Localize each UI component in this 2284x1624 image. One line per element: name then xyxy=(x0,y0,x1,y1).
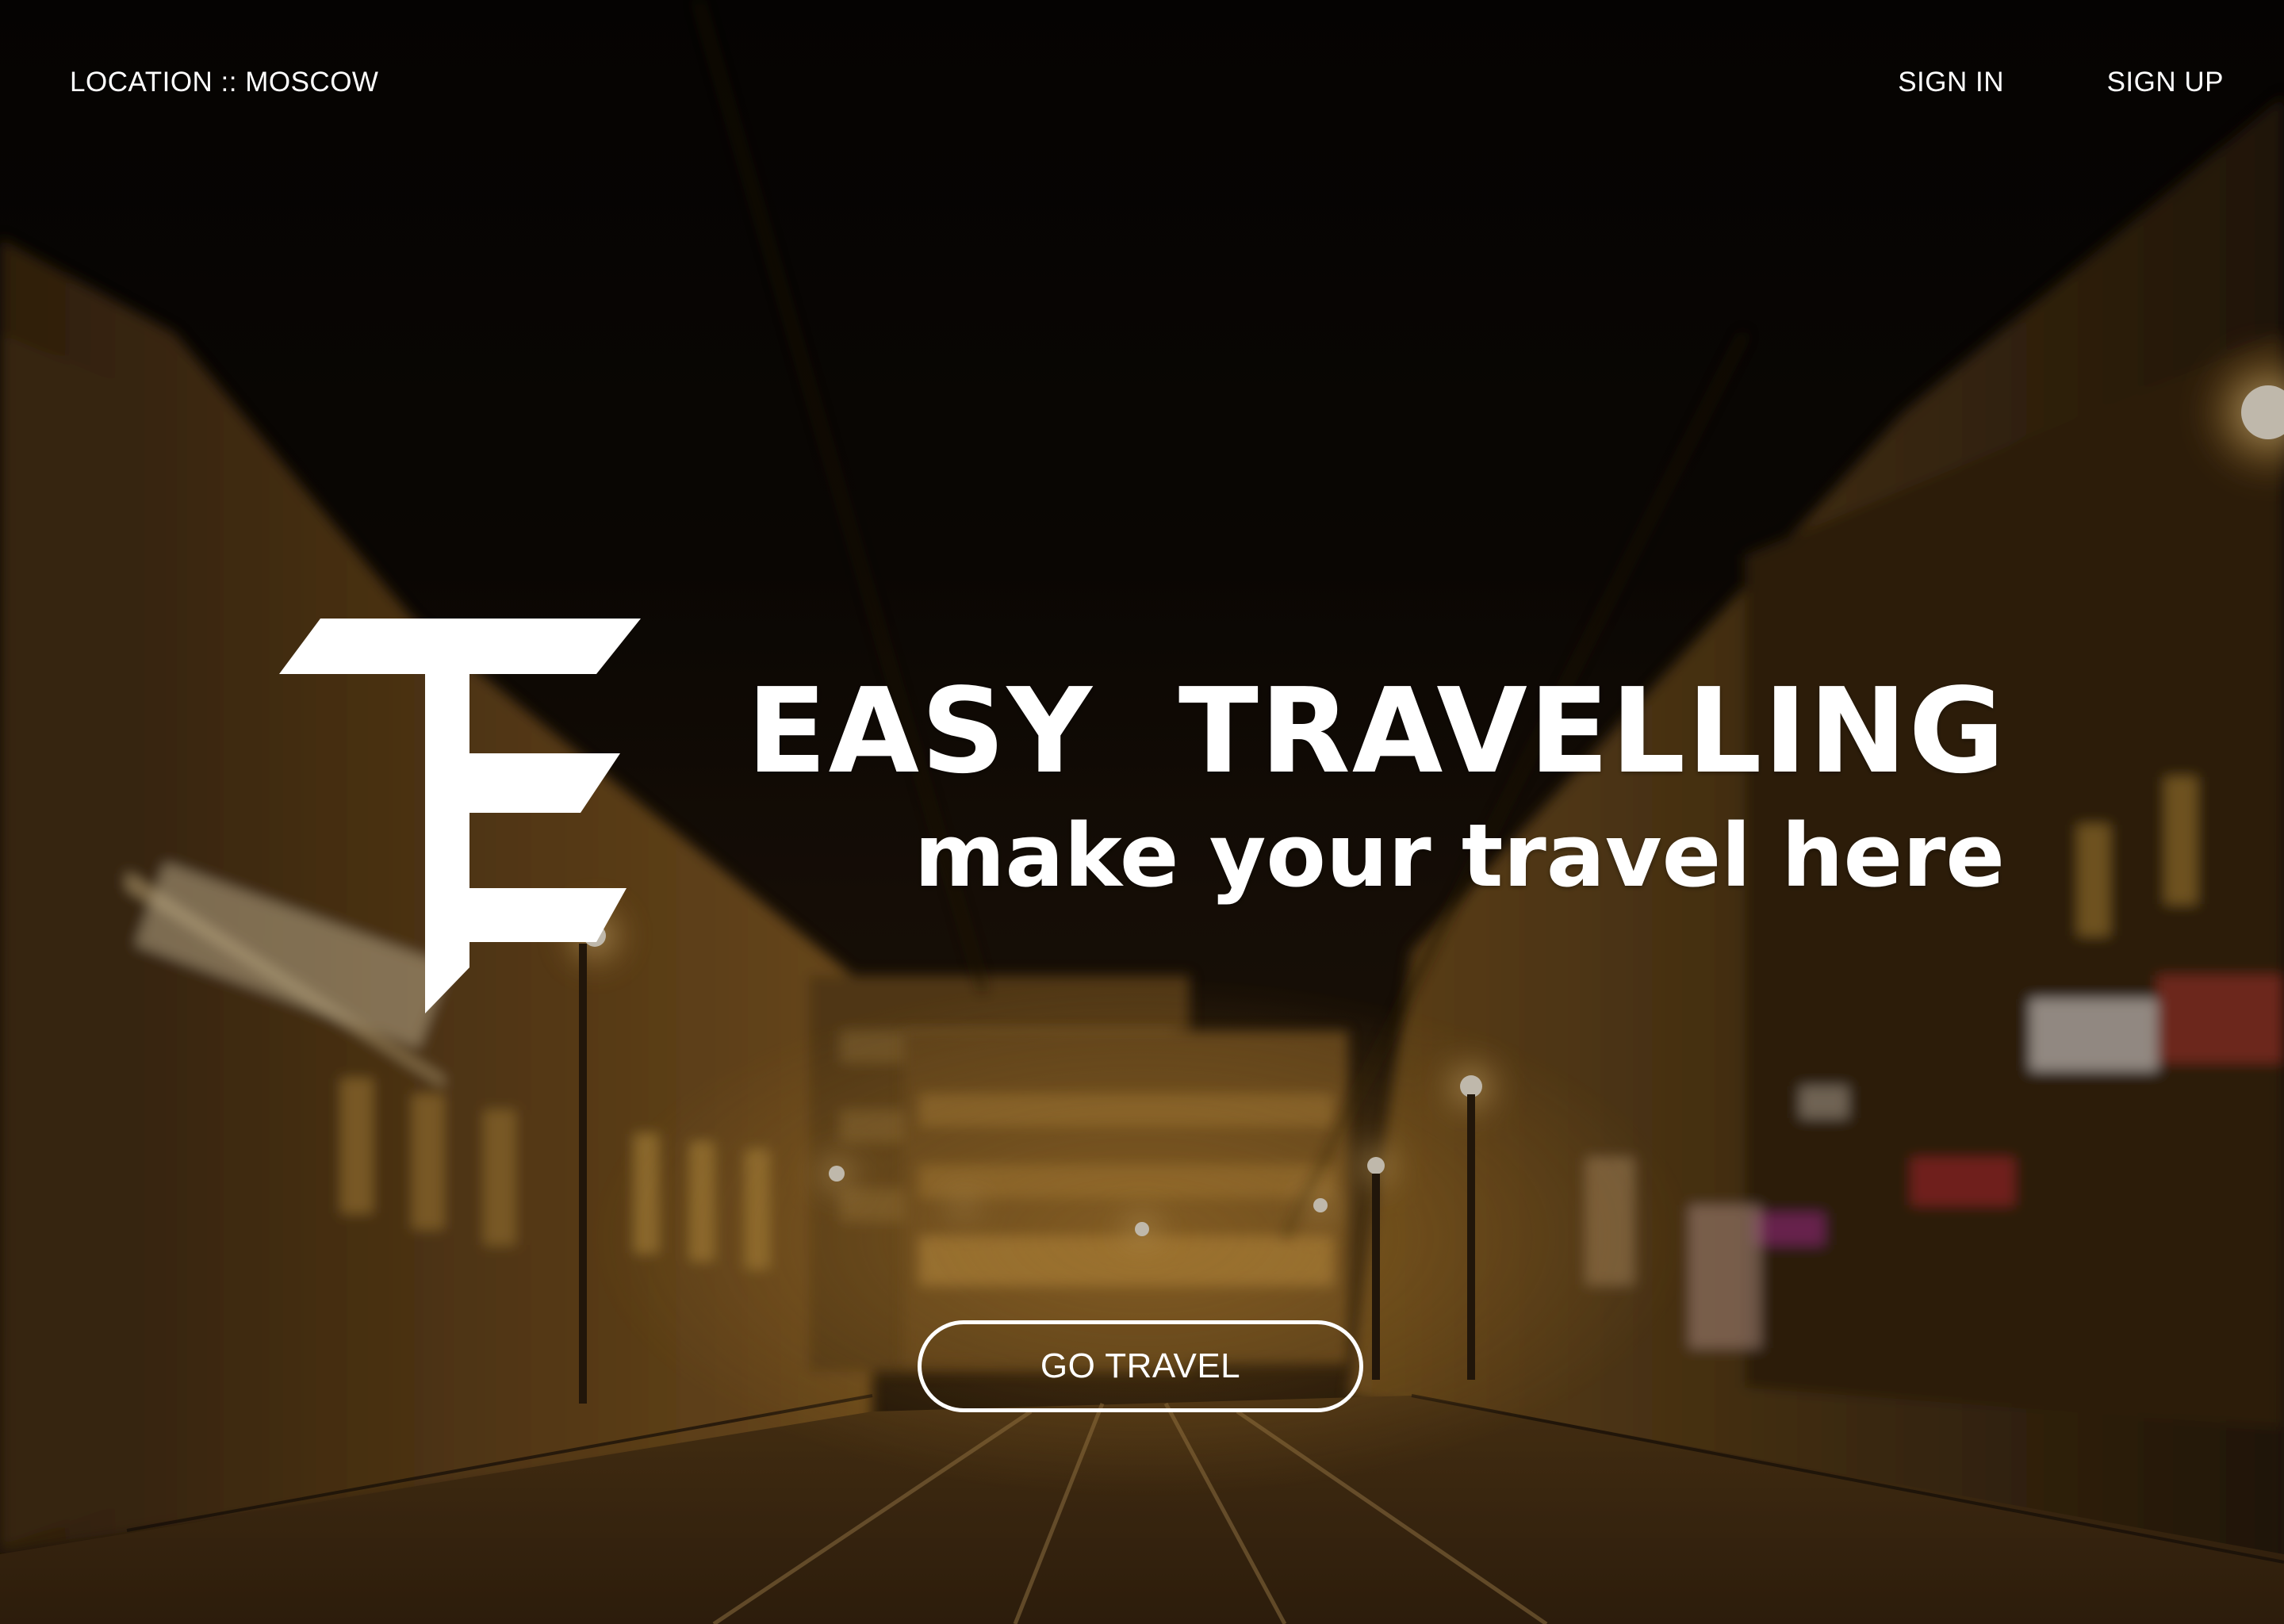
top-navigation-bar: LOCATION :: MOSCOW SIGN IN SIGN UP xyxy=(0,0,2284,174)
hero-subtitle: make your travel here xyxy=(914,805,2005,906)
location-label: LOCATION :: MOSCOW xyxy=(70,67,379,98)
go-travel-button[interactable]: GO TRAVEL xyxy=(918,1320,1363,1412)
hero-title: EASY TRAVELLING xyxy=(746,663,2006,799)
te-monogram-logo-icon xyxy=(279,619,644,1015)
sign-up-link[interactable]: SIGN UP xyxy=(2107,67,2224,98)
sign-in-link[interactable]: SIGN IN xyxy=(1898,67,2004,98)
